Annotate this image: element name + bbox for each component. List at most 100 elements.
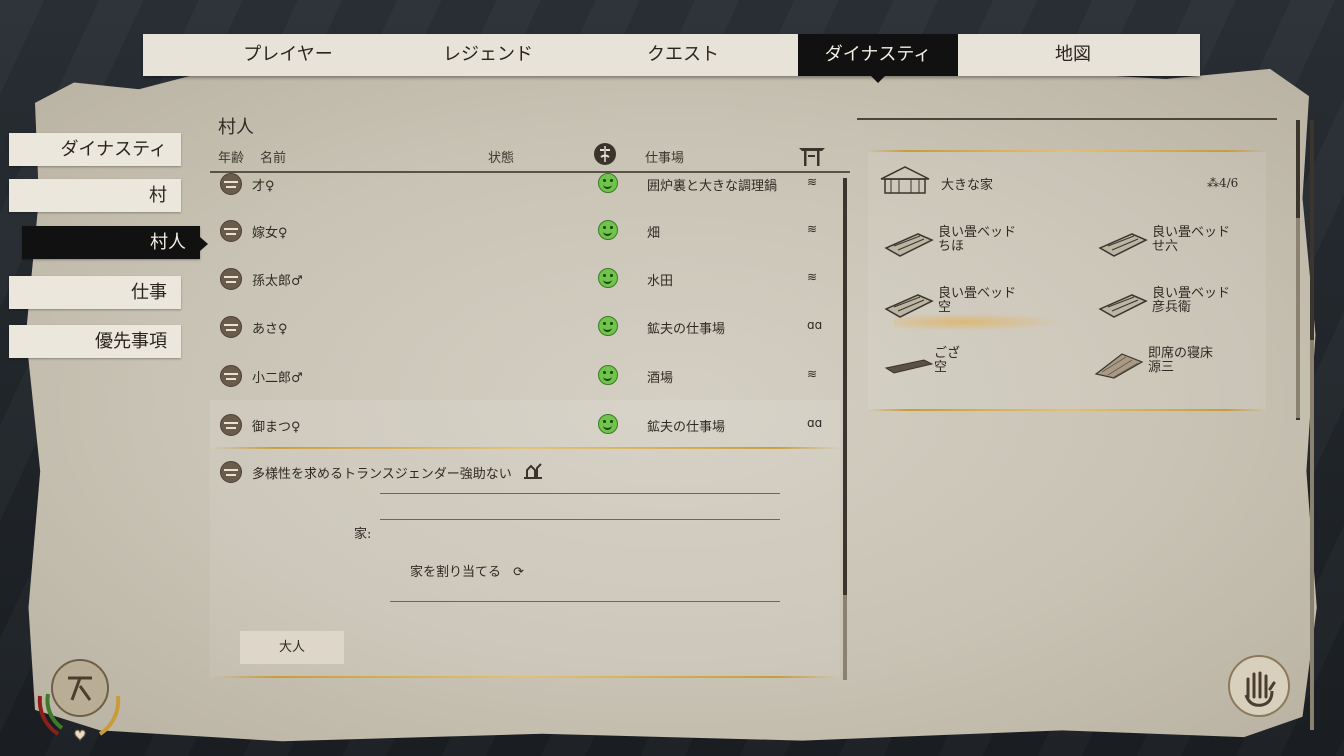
house-icon (879, 165, 931, 195)
bed-type: ござ (934, 346, 961, 361)
nav-village[interactable]: 村 (9, 179, 181, 212)
tab-quest[interactable]: クエスト (583, 34, 783, 76)
right-panel-divider (857, 118, 1277, 120)
house-name: 大きな家 (941, 178, 994, 193)
player-status-hud (28, 656, 128, 746)
bed-slot[interactable]: 良い畳ベッド ちほ (938, 226, 1016, 254)
bed-type: 良い畳ベッド (938, 286, 1017, 301)
list-scrollbar-thumb[interactable] (843, 595, 847, 680)
gold-divider (210, 676, 840, 678)
section-title: 村人 (218, 117, 254, 138)
assign-house-button[interactable]: 家を割り当てる ⟳ (410, 561, 524, 580)
bed-owner: 空 (934, 360, 948, 375)
tab-dynasty[interactable]: ダイナスティ (798, 34, 958, 76)
bed-slot[interactable]: 良い畳ベッド 彦兵衛 (1152, 287, 1230, 315)
workplace-type-icon: ɑɑ (807, 318, 823, 332)
bed-slot[interactable]: 良い畳ベッド せ六 (1152, 226, 1230, 254)
bed-slot[interactable]: 即席の寝床 源三 (1148, 347, 1213, 375)
villager-name: 孫太郎♂ (252, 274, 303, 289)
detail-divider (390, 601, 780, 602)
refresh-icon: ⟳ (513, 565, 525, 580)
column-name[interactable]: 名前 (260, 147, 286, 166)
assign-house-label: 家を割り当てる (410, 565, 502, 580)
happy-status-icon (598, 173, 618, 193)
bed-slot[interactable]: ござ 空 (934, 347, 960, 375)
workplace-type-icon: ≋ (807, 175, 818, 189)
villager-face-icon (220, 414, 242, 436)
tatami-bed-icon[interactable] (1098, 291, 1148, 318)
villager-row[interactable]: 孫太郎♂ 水田 ≋ (210, 254, 840, 302)
happiness-column-icon[interactable] (594, 143, 616, 165)
bed-owner: 彦兵衛 (1152, 300, 1192, 315)
gold-divider (868, 409, 1266, 411)
happy-status-icon (598, 316, 618, 336)
villager-name: あさ♀ (252, 322, 288, 337)
outer-scrollbar-thumb[interactable] (1310, 340, 1314, 730)
column-workplace[interactable]: 仕事場 (645, 147, 684, 166)
bed-type: 良い畳ベッド (938, 225, 1017, 240)
age-badge: 大人 (240, 631, 344, 664)
villager-face-icon (220, 220, 242, 242)
happy-status-icon (598, 268, 618, 288)
bed-type: 良い畳ベッド (1152, 286, 1231, 301)
nav-dynasty[interactable]: ダイナスティ (9, 133, 181, 166)
nav-priorities[interactable]: 優先事項 (9, 325, 181, 358)
column-age[interactable]: 年齢 (218, 147, 244, 166)
villager-workplace: 鉱夫の仕事場 (647, 322, 726, 337)
bed-type: 良い畳ベッド (1152, 225, 1231, 240)
detail-divider (380, 493, 780, 494)
bed-owner: ちほ (938, 239, 965, 254)
house-capacity: ⁂4/6 (1207, 176, 1238, 190)
villager-name: 嫁女♀ (252, 226, 288, 241)
tab-legend[interactable]: レジェンド (393, 34, 583, 76)
villager-face-icon (220, 173, 242, 195)
bed-owner: せ六 (1152, 239, 1179, 254)
villager-row[interactable]: 小二郎♂ 酒場 ≋ (210, 351, 840, 399)
happy-status-icon (598, 414, 618, 434)
house-scrollbar-thumb[interactable] (1296, 218, 1300, 418)
workplace-type-icon: ≋ (807, 367, 818, 381)
bed-owner: 源三 (1148, 360, 1175, 375)
villager-row[interactable]: あさ♀ 鉱夫の仕事場 ɑɑ (210, 302, 840, 350)
active-nav-pointer (200, 237, 208, 251)
villager-workplace: 畑 (647, 226, 661, 241)
detail-divider (380, 519, 780, 520)
workplace-type-icon: ≋ (807, 222, 818, 236)
tatami-bed-icon[interactable] (1098, 230, 1148, 257)
villager-workplace: 水田 (647, 274, 674, 289)
residents-icon: ⁂ (1207, 176, 1219, 190)
trait-icon (522, 462, 544, 480)
interact-hand-icon[interactable] (1228, 655, 1290, 717)
column-status[interactable]: 状態 (488, 147, 514, 166)
bed-slot[interactable]: 良い畳ベッド 空 (938, 287, 1016, 315)
straw-mat-icon[interactable] (884, 356, 934, 382)
active-tab-pointer (871, 76, 885, 83)
house-label: 家: (354, 527, 372, 542)
happy-status-icon (598, 365, 618, 385)
villager-workplace: 鉱夫の仕事場 (647, 420, 726, 435)
villager-trait: 多様性を求めるトランスジェンダー強助ない (252, 467, 512, 482)
workplace-type-icon: ɑɑ (807, 416, 823, 430)
detail-face-icon (220, 461, 242, 483)
villager-row-selected[interactable]: 御まつ♀ 鉱夫の仕事場 ɑɑ (210, 400, 840, 448)
bed-type: 即席の寝床 (1148, 346, 1214, 361)
tatami-bed-icon[interactable] (884, 291, 934, 318)
villager-row[interactable]: 嫁女♀ 畑 ≋ (210, 206, 840, 254)
nav-villagers[interactable]: 村人 (22, 226, 200, 259)
villager-list: 才♀ 囲炉裏と大きな調理鍋 ≋ 嫁女♀ 畑 ≋ 孫太郎♂ 水田 ≋ あさ♀ 鉱夫… (210, 173, 840, 448)
workplace-type-icon: ≋ (807, 270, 818, 284)
workplace-column-icon[interactable] (798, 142, 826, 168)
nav-work[interactable]: 仕事 (9, 276, 181, 309)
makeshift-bed-icon[interactable] (1094, 350, 1144, 379)
top-tab-bar: プレイヤー レジェンド クエスト ダイナスティ 地図 (143, 34, 1200, 76)
happy-status-icon (598, 220, 618, 240)
tab-player[interactable]: プレイヤー (183, 34, 393, 76)
villager-name: 御まつ♀ (252, 420, 301, 435)
villager-workplace: 酒場 (647, 371, 674, 386)
villager-face-icon (220, 268, 242, 290)
tatami-bed-icon[interactable] (884, 230, 934, 257)
tab-map[interactable]: 地図 (973, 34, 1173, 76)
house-capacity-value: 4/6 (1219, 176, 1239, 190)
villager-row[interactable]: 才♀ 囲炉裏と大きな調理鍋 ≋ (210, 173, 840, 207)
villager-face-icon (220, 316, 242, 338)
